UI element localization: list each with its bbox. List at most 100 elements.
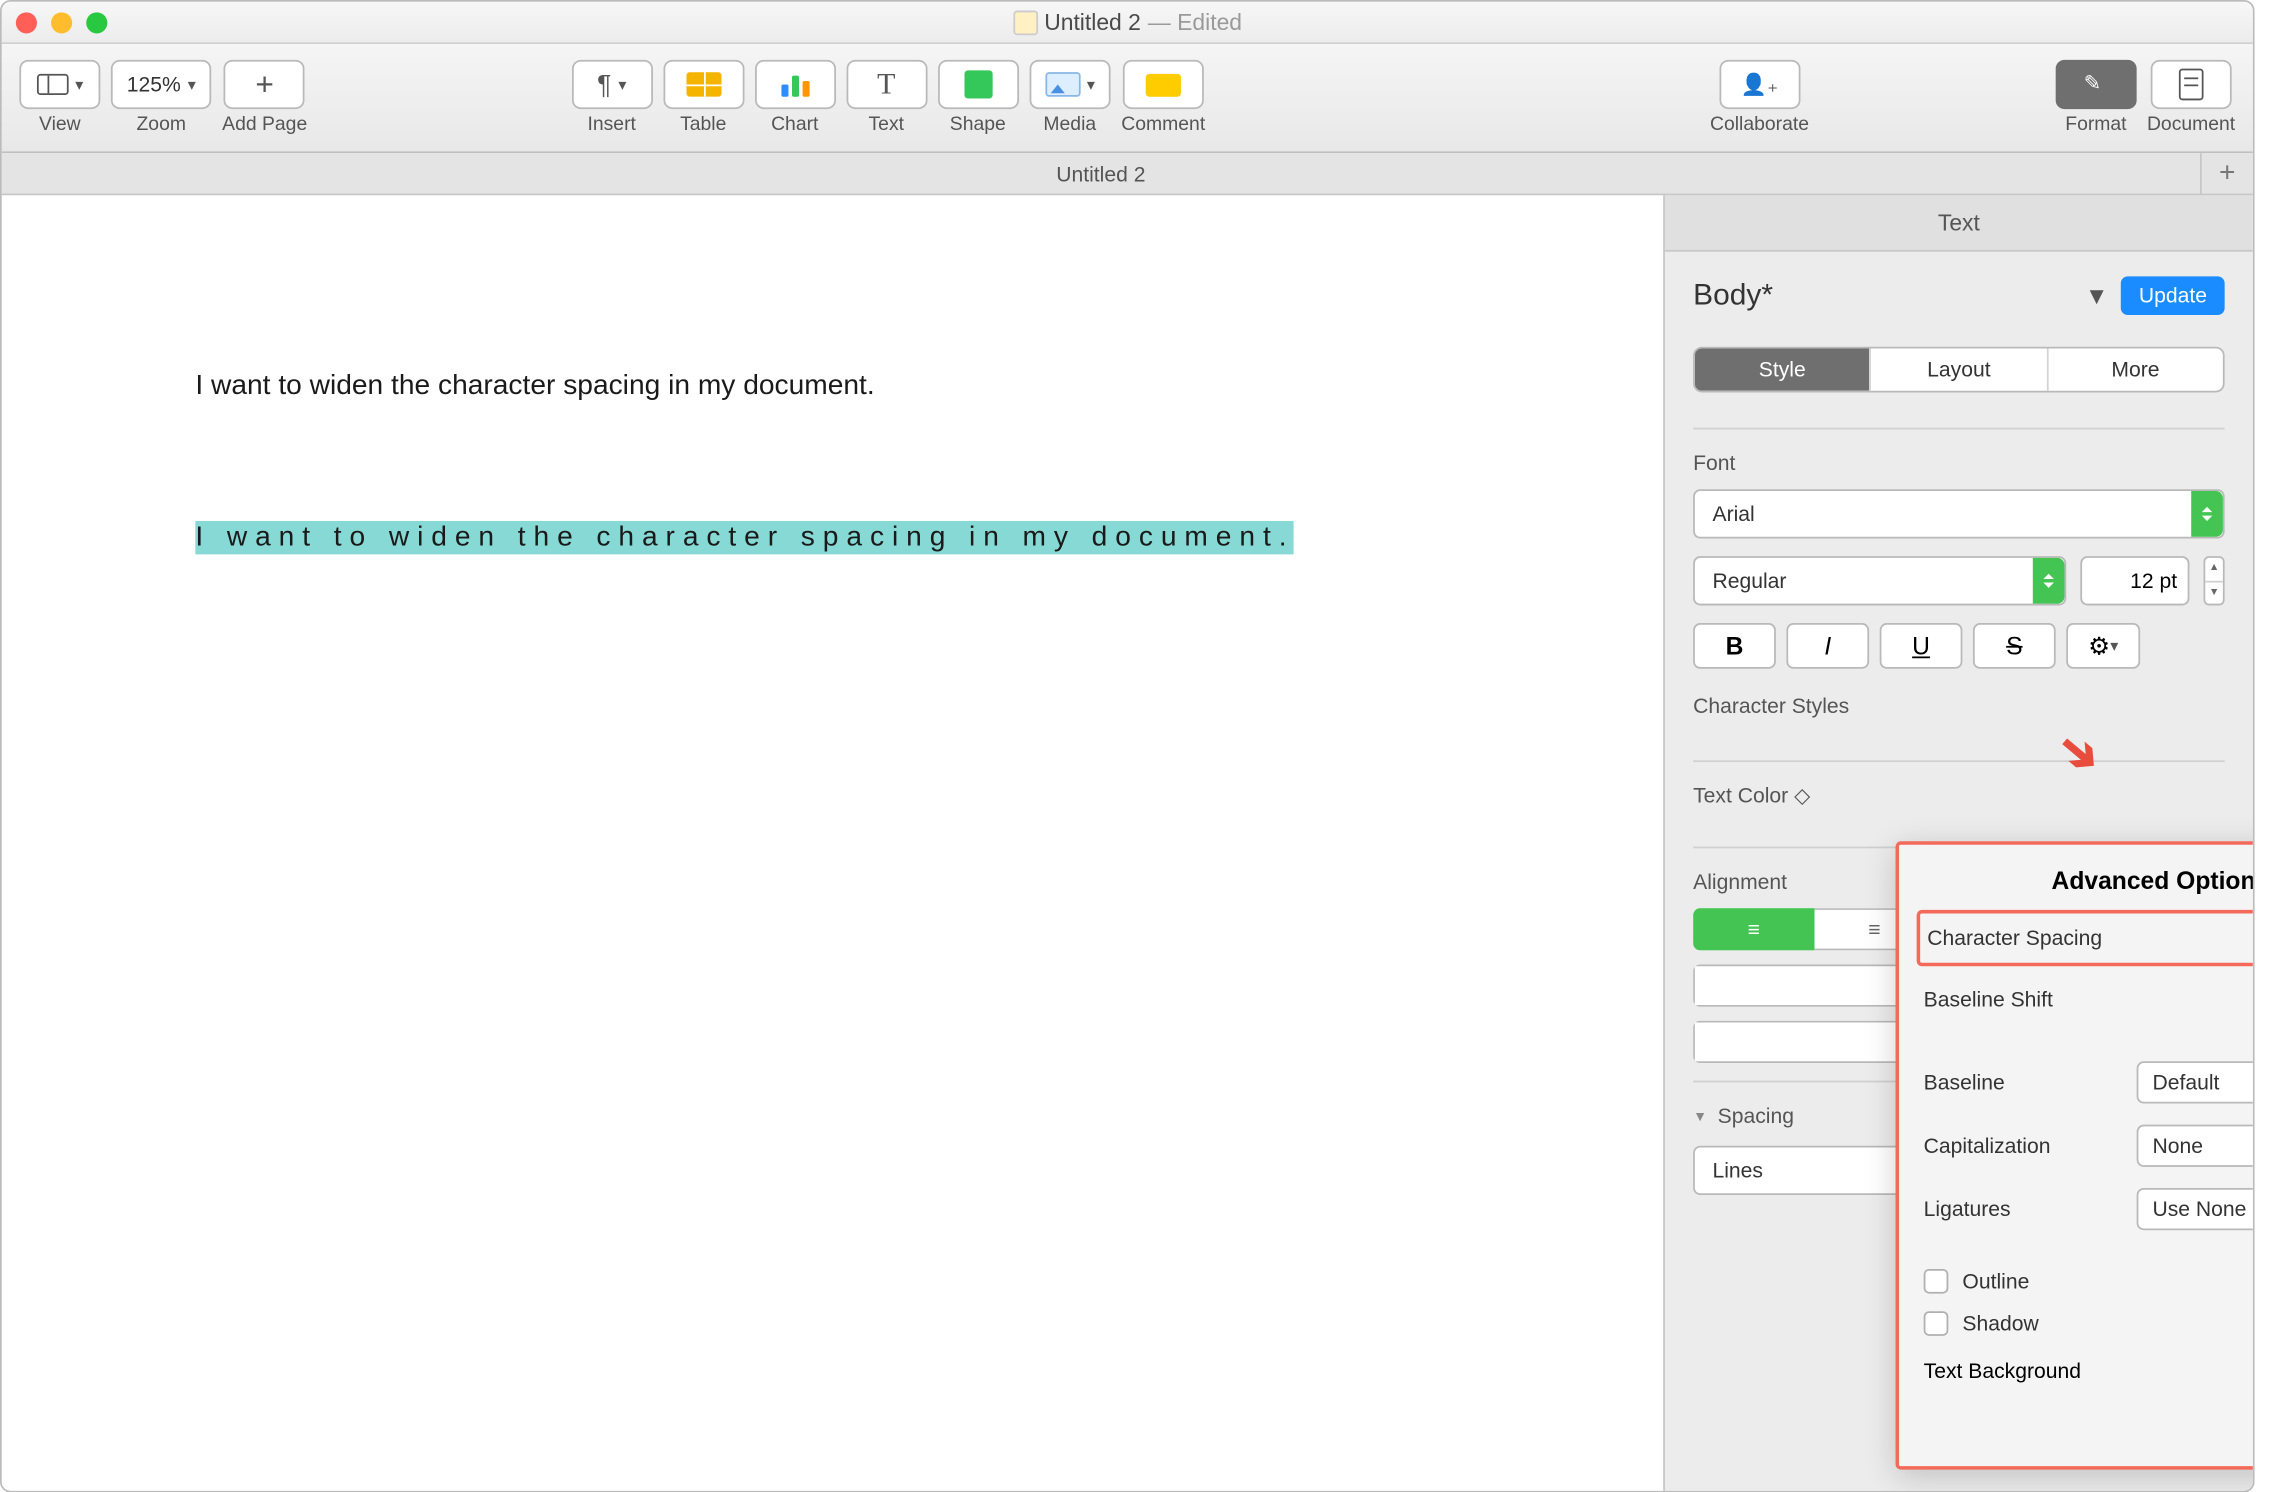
insert-button[interactable]: ¶▾	[571, 60, 652, 109]
bold-button[interactable]: B	[1693, 623, 1776, 669]
font-family-value: Arial	[1712, 502, 1754, 527]
chevron-down-icon: ▾	[75, 75, 83, 94]
font-weight-select[interactable]: Regular	[1693, 556, 2066, 605]
titlebar: Untitled 2 — Edited	[2, 2, 2253, 44]
paragraph-style-name[interactable]: Body*	[1693, 278, 1773, 313]
tab-layout[interactable]: Layout	[1870, 348, 2047, 390]
character-spacing-label: Character Spacing	[1927, 926, 2102, 951]
table-icon	[686, 72, 721, 97]
text-color-label: Text Color ◇	[1693, 783, 2225, 808]
line-spacing-value: Lines	[1712, 1158, 1762, 1183]
outline-checkbox[interactable]: Outline	[1924, 1269, 2255, 1294]
view-icon	[36, 74, 68, 95]
document-button[interactable]	[2151, 60, 2232, 109]
baseline-label: Baseline	[1924, 1070, 2005, 1095]
minimize-window-button[interactable]	[51, 11, 72, 32]
comment-button[interactable]	[1123, 60, 1204, 109]
media-label: Media	[1043, 114, 1096, 135]
person-add-icon: 👤₊	[1741, 72, 1778, 97]
character-styles-label: Character Styles	[1693, 693, 2225, 718]
shape-button[interactable]	[937, 60, 1018, 109]
comment-icon	[1146, 73, 1181, 96]
table-button[interactable]	[663, 60, 744, 109]
document-canvas[interactable]: I want to widen the character spacing in…	[2, 195, 1663, 1492]
select-caret-icon	[2191, 491, 2223, 537]
update-style-button[interactable]: Update	[2121, 276, 2224, 315]
tab-more[interactable]: More	[2046, 348, 2223, 390]
baseline-select[interactable]: Default	[2137, 1061, 2255, 1103]
view-label: View	[39, 114, 81, 135]
pilcrow-icon: ¶	[597, 70, 611, 100]
chart-label: Chart	[771, 114, 818, 135]
ligatures-value: Use None	[2152, 1197, 2246, 1222]
select-caret-icon	[2033, 558, 2065, 604]
underline-button[interactable]: U	[1880, 623, 1963, 669]
chevron-down-icon: ▾	[188, 75, 196, 94]
text-icon: T	[877, 67, 895, 102]
gear-icon: ⚙	[2088, 631, 2110, 661]
zoom-label: Zoom	[136, 114, 186, 135]
zoom-button[interactable]: 125% ▾	[111, 60, 212, 109]
checkbox-icon	[1924, 1311, 1949, 1336]
paragraph-spaced-selected: I want to widen the character spacing in…	[195, 521, 1294, 554]
font-size-value: 12 pt	[2130, 568, 2177, 593]
plus-icon: +	[255, 66, 274, 103]
toolbar: ▾ View 125%▾ Zoom + Add Page ¶▾ Insert T…	[2, 44, 2253, 153]
fullscreen-window-button[interactable]	[86, 11, 107, 32]
title-edited-suffix: — Edited	[1148, 9, 1242, 35]
media-icon	[1045, 72, 1080, 97]
spacing-label-text: Spacing	[1718, 1104, 1794, 1129]
zoom-value: 125%	[127, 72, 181, 97]
add-tab-button[interactable]: +	[2200, 152, 2253, 194]
capitalization-select[interactable]: None	[2137, 1125, 2255, 1167]
document-label: Document	[2147, 114, 2235, 135]
collaborate-button[interactable]: 👤₊	[1719, 60, 1800, 109]
insert-label: Insert	[587, 114, 635, 135]
collaborate-label: Collaborate	[1710, 114, 1809, 135]
strikethrough-button[interactable]: S	[1973, 623, 2056, 669]
inspector-header: Text	[1665, 195, 2253, 251]
chart-button[interactable]	[754, 60, 835, 109]
style-dropdown-chevron[interactable]: ▾	[2090, 278, 2104, 313]
font-size-stepper[interactable]: ▲▼	[2204, 556, 2225, 605]
text-button[interactable]: T	[846, 60, 927, 109]
tab-style[interactable]: Style	[1695, 348, 1870, 390]
text-background-label: Text Background	[1924, 1359, 2081, 1384]
outline-label: Outline	[1962, 1269, 2029, 1294]
font-size-input[interactable]: 12 pt	[2080, 556, 2189, 605]
view-button[interactable]: ▾	[19, 60, 100, 109]
advanced-options-popover: Advanced Options Character Spacing 25% ▲…	[1896, 841, 2255, 1469]
chevron-down-icon: ▾	[2110, 636, 2118, 655]
media-button[interactable]: ▾	[1029, 60, 1111, 109]
close-window-button[interactable]	[16, 11, 37, 32]
ligatures-select[interactable]: Use None	[2137, 1188, 2255, 1230]
triangle-down-icon: ▼	[1693, 1108, 1707, 1124]
tab-untitled[interactable]: Untitled 2	[2, 161, 2200, 186]
chevron-down-icon: ▾	[618, 75, 626, 94]
diamond-icon: ◇	[1794, 783, 1810, 808]
ligatures-label: Ligatures	[1924, 1197, 2011, 1222]
chart-icon	[781, 72, 809, 97]
add-page-label: Add Page	[222, 114, 307, 135]
inspector-tabs: Style Layout More	[1693, 347, 2225, 393]
paintbrush-icon	[2080, 72, 2112, 97]
text-label: Text	[869, 114, 905, 135]
baseline-value: Default	[2152, 1070, 2219, 1095]
shape-icon	[964, 70, 992, 98]
popover-title: Advanced Options	[1924, 866, 2255, 894]
document-icon	[2179, 69, 2204, 101]
add-page-button[interactable]: +	[224, 60, 305, 109]
font-section-label: Font	[1693, 451, 2225, 476]
advanced-options-button[interactable]: ⚙▾	[2066, 623, 2140, 669]
window-controls	[16, 11, 108, 32]
shape-label: Shape	[950, 114, 1006, 135]
font-family-select[interactable]: Arial	[1693, 489, 2225, 538]
tab-bar: Untitled 2 +	[2, 153, 2253, 195]
capitalization-value: None	[2152, 1133, 2202, 1158]
italic-button[interactable]: I	[1786, 623, 1869, 669]
align-left-button[interactable]: ≡	[1693, 908, 1814, 950]
format-button[interactable]	[2055, 60, 2136, 109]
title-text: Untitled 2	[1044, 9, 1141, 35]
baseline-shift-label: Baseline Shift	[1924, 987, 2053, 1012]
shadow-checkbox[interactable]: Shadow	[1924, 1311, 2255, 1336]
